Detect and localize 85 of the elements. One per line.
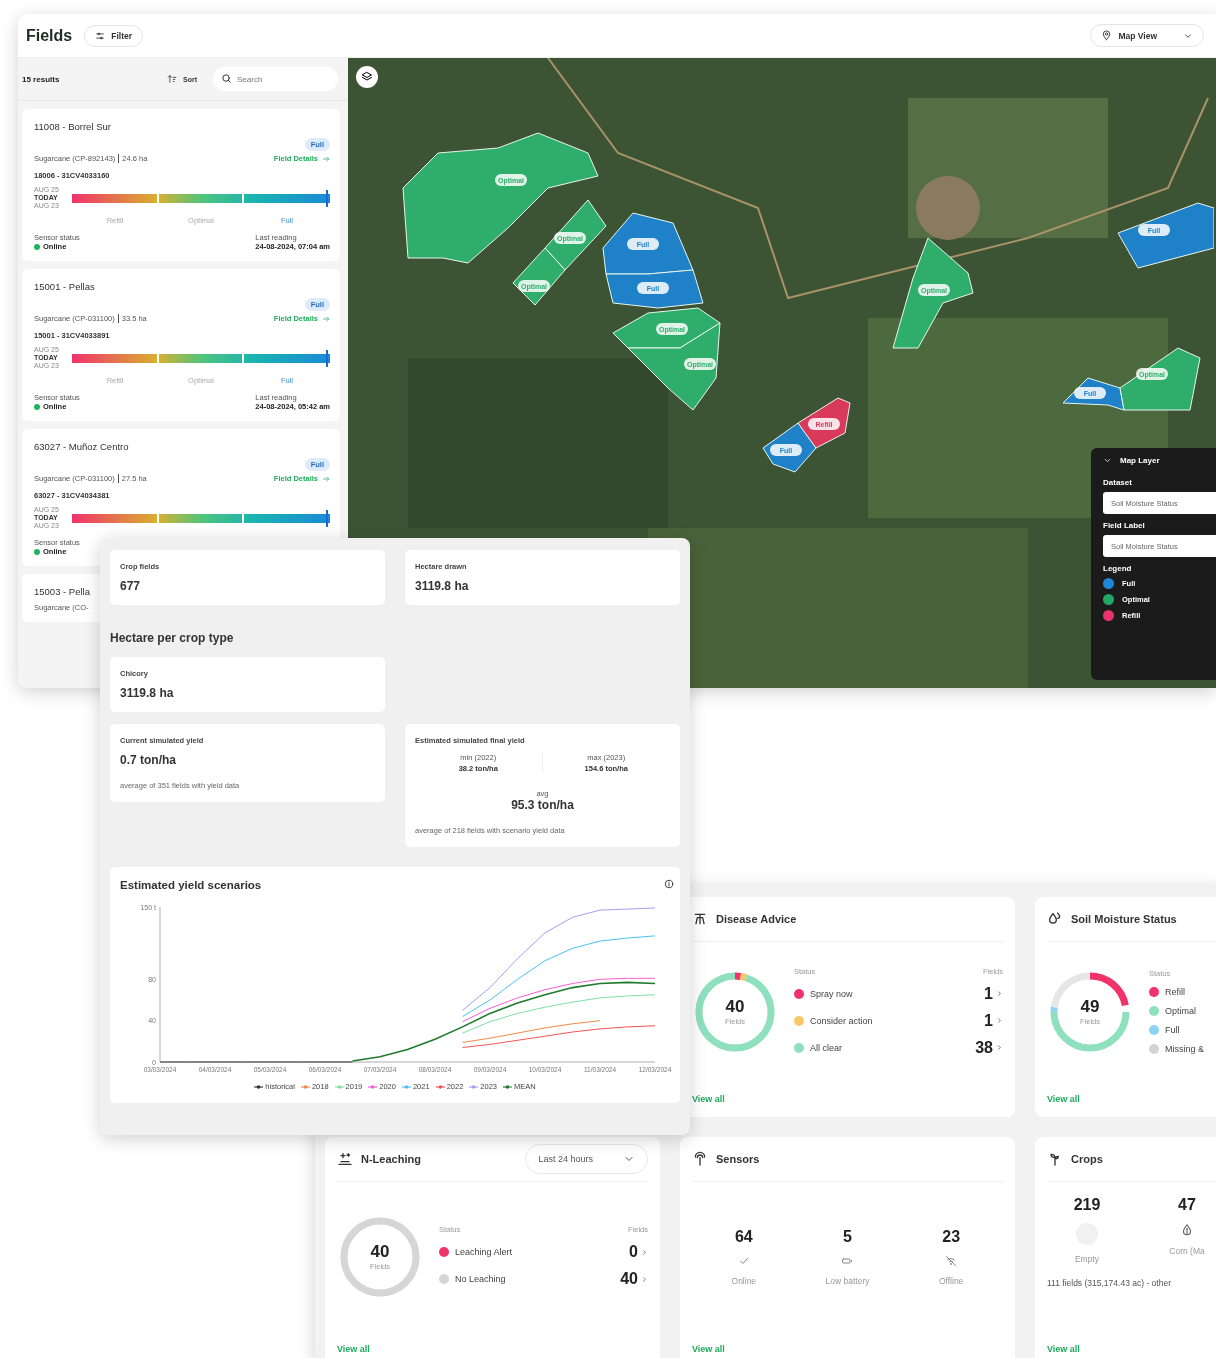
drop-icon [1180,1223,1194,1237]
section-heading: Hectare per crop type [110,631,235,645]
legend-line-icon [368,1083,378,1090]
field-count[interactable]: 38 [975,1038,1003,1057]
donut-total: 40 [370,1242,390,1262]
sliders-icon [95,30,106,41]
stat-label: Corn (Ma [1169,1246,1205,1256]
field-title: 63027 - Muñoz Centro [34,441,130,452]
field-title: 11008 - Borrel Sur [34,121,112,132]
stat-value: 3119.8 ha [120,686,175,700]
period-dropdown[interactable]: Last 24 hours [525,1144,648,1174]
legend-line-icon [469,1083,479,1090]
donut-total: 49 [1080,997,1100,1017]
layers-icon [361,71,373,83]
sprayer-icon [692,911,708,927]
antenna-icon [692,1151,708,1167]
legend-line-icon [254,1083,264,1090]
arrow-right-icon [322,154,330,163]
status-label: Missing & [1165,1044,1204,1054]
chevron-right-icon [996,990,1003,997]
stat-value: 47 [1178,1196,1196,1214]
chevron-right-icon [996,1017,1003,1024]
field-title: 15001 - Pellas [34,281,96,292]
stat-value: 23 [942,1227,961,1246]
stat-value: 3119.8 ha [415,579,470,593]
field-count[interactable]: 1 [984,984,1003,1003]
card-title: Crops [1071,1153,1103,1165]
search-icon [221,73,232,84]
avg-value: 95.3 ton/ha [511,798,574,812]
status-label: Consider action [810,1015,873,1026]
leaching-icon [337,1151,353,1167]
field-label: Field Label [1103,521,1146,530]
filter-button[interactable]: Filter [84,24,143,47]
stat-label: Online [731,1275,757,1286]
chevron-right-icon [641,1275,648,1283]
sort-icon [167,74,177,84]
field-title: 15003 - Pella [34,586,91,597]
status-label: Leaching Alert [455,1247,513,1257]
legend-line-icon [334,1083,344,1090]
field-count[interactable]: 0 [629,1243,648,1261]
stat-value: 5 [843,1227,852,1246]
field-count[interactable]: 1 [984,1011,1003,1030]
status-label: All clear [810,1042,842,1053]
stat-label: Offline [938,1275,964,1286]
legend-line-icon [435,1083,445,1090]
arrow-right-icon [322,314,330,323]
stat-label: Low battery [825,1275,870,1286]
pin-icon [1101,30,1113,41]
status-label: Optimal [1165,1006,1196,1016]
info-icon [664,879,674,889]
status-label: Full [1165,1025,1180,1035]
results-count: 15 results [22,74,61,84]
stat-value: 64 [734,1227,753,1246]
card-title: Disease Advice [716,913,797,925]
field-count[interactable]: 40 [620,1270,648,1288]
stat-label: Empty [1074,1254,1100,1264]
chevron-right-icon [996,1044,1003,1051]
status-label: Spray now [810,988,853,999]
field-label: Dataset [1103,478,1133,487]
stat-value: 219 [1073,1196,1101,1214]
donut-total: 40 [725,997,745,1017]
status-label: No Leaching [455,1274,506,1284]
card-title: N-Leaching [361,1153,421,1165]
drops-icon [1047,911,1063,927]
stat-value: 0.7 ton/ha [120,753,177,767]
legend-line-icon [300,1083,310,1090]
card-title: Sensors [716,1153,760,1165]
chevron-right-icon [641,1248,648,1256]
legend-line-icon [503,1083,512,1090]
page-title: Fields [26,26,73,45]
legend-line-icon [401,1083,411,1090]
wifi-off-icon [945,1254,958,1267]
legend-title: Legend [1103,564,1133,573]
panel-title: Map Layer [1120,456,1160,465]
stat-value: 677 [120,579,142,593]
card-title: Soil Moisture Status [1071,913,1177,925]
chevron-down-icon [1103,456,1112,465]
layers-button[interactable] [356,66,378,88]
view-dropdown[interactable]: Map View [1090,24,1204,47]
status-label: Refill [1165,987,1185,997]
chart-title: Estimated yield scenarios [120,879,262,891]
search-field[interactable]: Search [213,67,338,91]
arrow-right-icon [322,474,330,483]
crops-note: 111 fields (315,174.43 ac) - other [1047,1278,1172,1290]
pivot-circle [916,176,980,240]
